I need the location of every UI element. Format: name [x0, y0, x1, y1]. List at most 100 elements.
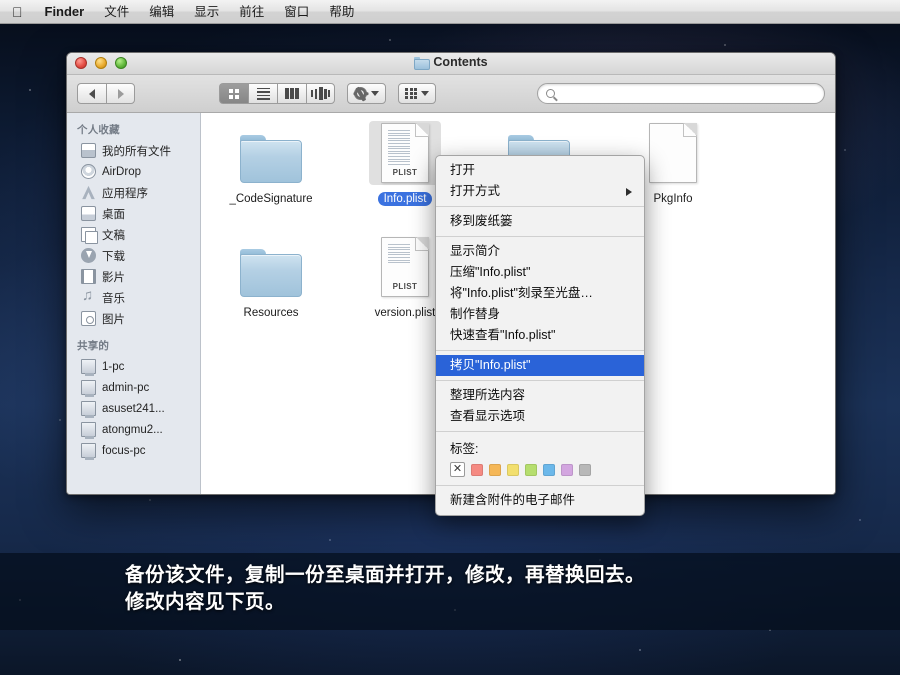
search-field[interactable]: [537, 83, 825, 104]
coverflow-view-button[interactable]: [306, 83, 335, 104]
desktop-icon: [81, 206, 96, 221]
context-menu-item-quick-look[interactable]: 快速查看"Info.plist": [436, 325, 644, 346]
arrange-icon: [405, 88, 417, 99]
context-menu-item-move-to-trash[interactable]: 移到废纸篓: [436, 211, 644, 232]
sidebar-item-desktop[interactable]: 桌面: [67, 203, 200, 224]
sidebar-item-label: focus-pc: [102, 444, 146, 457]
context-menu-separator: [436, 485, 644, 486]
tag-orange[interactable]: [489, 463, 501, 476]
menu-finder[interactable]: Finder: [35, 0, 95, 24]
tags-label: 标签:: [450, 442, 479, 456]
coverflow-icon: [311, 87, 330, 100]
document-icon: [649, 123, 697, 183]
sidebar-item-all-files[interactable]: 我的所有文件: [67, 140, 200, 161]
context-menu-item-compress[interactable]: 压缩"Info.plist": [436, 262, 644, 283]
gear-icon: [354, 87, 367, 100]
menu-view[interactable]: 显示: [184, 0, 229, 24]
back-button[interactable]: [77, 83, 106, 104]
icon-wrap: PLIST: [369, 235, 441, 299]
file-item-resources[interactable]: Resources: [219, 235, 323, 321]
menu-window[interactable]: 窗口: [274, 0, 319, 24]
sidebar: 个人收藏 我的所有文件 AirDrop 应用程序 桌面 文稿 下载 影片 ♫ 音…: [67, 113, 201, 494]
view-mode-segmented-control: [219, 83, 335, 104]
context-menu-item-label: 打开: [450, 163, 476, 177]
menu-go[interactable]: 前往: [229, 0, 274, 24]
menu-edit[interactable]: 编辑: [139, 0, 184, 24]
context-menu-item-open[interactable]: 打开: [436, 160, 644, 181]
chevron-down-icon: [371, 91, 379, 96]
sidebar-item-label: 应用程序: [102, 187, 148, 200]
sidebar-item-label: 我的所有文件: [102, 145, 171, 158]
context-menu-item-show-view-options[interactable]: 查看显示选项: [436, 406, 644, 427]
sidebar-item-applications[interactable]: 应用程序: [67, 182, 200, 203]
all-files-icon: [81, 143, 96, 158]
context-menu-separator: [436, 431, 644, 432]
tag-blue[interactable]: [543, 463, 555, 476]
sidebar-item-airdrop[interactable]: AirDrop: [67, 161, 200, 182]
forward-button[interactable]: [106, 83, 135, 104]
context-menu-item-label: 快速查看"Info.plist": [450, 328, 556, 342]
sidebar-item-pictures[interactable]: 图片: [67, 308, 200, 329]
column-view-button[interactable]: [277, 83, 306, 104]
sidebar-item-label: 下载: [102, 250, 125, 263]
apple-menu-icon[interactable]: : [0, 4, 35, 20]
window-title-text: Contents: [433, 55, 488, 69]
sidebar-item-documents[interactable]: 文稿: [67, 224, 200, 245]
tag-gray[interactable]: [579, 463, 591, 476]
tag-purple[interactable]: [561, 463, 573, 476]
menu-help[interactable]: 帮助: [319, 0, 364, 24]
context-menu-item-open-with[interactable]: 打开方式: [436, 181, 644, 202]
sidebar-item-1-pc[interactable]: 1-pc: [67, 356, 200, 377]
tag-yellow[interactable]: [507, 463, 519, 476]
plist-document-icon: PLIST: [381, 123, 429, 183]
sidebar-section-shared-header: 共享的: [77, 340, 110, 352]
file-label: PkgInfo: [653, 193, 693, 205]
airdrop-icon: [81, 164, 96, 179]
tag-red[interactable]: [471, 463, 483, 476]
gear-menu[interactable]: [347, 83, 386, 104]
file-label: version.plist: [374, 307, 436, 319]
context-menu-item-label: 移到废纸篓: [450, 214, 513, 228]
sidebar-item-atongmu2[interactable]: atongmu2...: [67, 419, 200, 440]
sidebar-item-admin-pc[interactable]: admin-pc: [67, 377, 200, 398]
context-menu-separator: [436, 236, 644, 237]
file-item-codesignature[interactable]: _CodeSignature: [219, 121, 323, 207]
sidebar-item-asuset241[interactable]: asuset241...: [67, 398, 200, 419]
file-kind-label: PLIST: [392, 282, 418, 291]
context-menu-item-clean-up-selection[interactable]: 整理所选内容: [436, 385, 644, 406]
caption-line-1: 备份该文件，复制一份至桌面并打开，修改，再替换回去。: [125, 564, 646, 586]
window-titlebar[interactable]: Contents: [67, 53, 835, 75]
tag-none-button[interactable]: ✕: [450, 462, 465, 477]
downloads-icon: [81, 248, 96, 263]
sidebar-item-label: 图片: [102, 313, 125, 326]
sidebar-item-downloads[interactable]: 下载: [67, 245, 200, 266]
context-menu-item-get-info[interactable]: 显示简介: [436, 241, 644, 262]
file-kind-label: PLIST: [392, 168, 418, 177]
context-menu-item-label: 打开方式: [450, 184, 501, 198]
file-label: _CodeSignature: [229, 193, 313, 205]
arrange-menu[interactable]: [398, 83, 436, 104]
music-icon: [81, 287, 96, 305]
menu-file[interactable]: 文件: [94, 0, 139, 24]
documents-icon: [81, 227, 98, 244]
icon-view-button[interactable]: [219, 83, 248, 104]
sidebar-item-movies[interactable]: 影片: [67, 266, 200, 287]
search-input[interactable]: [559, 87, 816, 100]
context-menu-item-copy[interactable]: 拷贝"Info.plist": [436, 355, 644, 376]
chevron-right-icon: [117, 88, 124, 99]
sidebar-item-label: AirDrop: [102, 165, 141, 178]
icon-wrap: [235, 121, 307, 185]
sidebar-item-label: asuset241...: [102, 402, 165, 415]
tag-green[interactable]: [525, 463, 537, 476]
computer-icon: [81, 359, 96, 376]
grid-icon: [229, 88, 239, 99]
context-menu-item-new-email-with-attachment[interactable]: 新建含附件的电子邮件: [436, 490, 644, 511]
list-view-button[interactable]: [248, 83, 277, 104]
context-menu-item-burn-to-disc[interactable]: 将"Info.plist"刻录至光盘…: [436, 283, 644, 304]
tag-color-row: ✕: [436, 459, 644, 481]
sidebar-item-focus-pc[interactable]: focus-pc: [67, 440, 200, 461]
movies-icon: [81, 269, 96, 284]
sidebar-item-label: atongmu2...: [102, 423, 163, 436]
sidebar-item-music[interactable]: 音乐: [67, 287, 200, 308]
context-menu-item-make-alias[interactable]: 制作替身: [436, 304, 644, 325]
